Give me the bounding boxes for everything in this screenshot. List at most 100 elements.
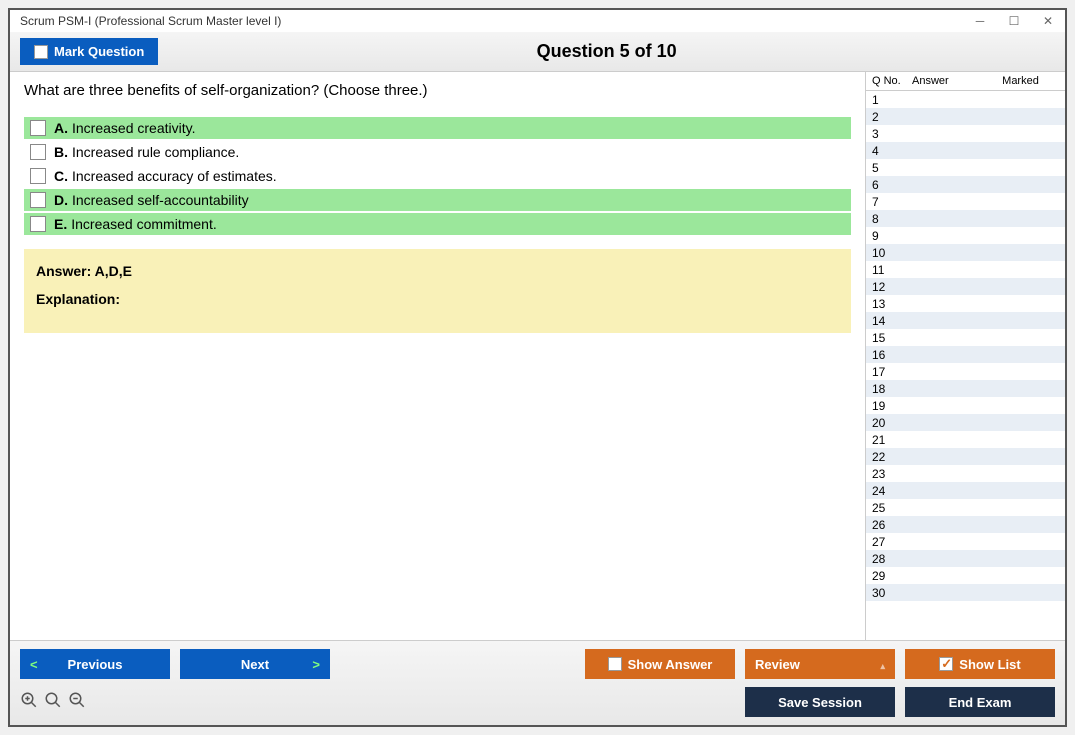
option-row[interactable]: C. Increased accuracy of estimates. (24, 165, 851, 187)
header-bar: Mark Question Question 5 of 10 (10, 32, 1065, 72)
zoom-reset-icon[interactable] (44, 691, 62, 714)
question-list-row[interactable]: 27 (866, 533, 1065, 550)
option-text: Increased self-accountability (72, 192, 249, 208)
question-list-row[interactable]: 20 (866, 414, 1065, 431)
zoom-controls (20, 691, 86, 714)
window-controls: ─ ☐ ✕ (973, 14, 1055, 28)
question-list-row[interactable]: 3 (866, 125, 1065, 142)
save-session-button[interactable]: Save Session (745, 687, 895, 717)
footer-row-1: < Previous Next > Show Answer Review Sho… (20, 649, 1055, 679)
question-list-row[interactable]: 18 (866, 380, 1065, 397)
question-list-row[interactable]: 21 (866, 431, 1065, 448)
question-list-row[interactable]: 1 (866, 91, 1065, 108)
minimize-icon[interactable]: ─ (973, 14, 987, 28)
row-qno: 20 (872, 416, 912, 430)
row-qno: 26 (872, 518, 912, 532)
review-button[interactable]: Review (745, 649, 895, 679)
question-list[interactable]: 1234567891011121314151617181920212223242… (866, 91, 1065, 640)
question-list-row[interactable]: 15 (866, 329, 1065, 346)
option-row[interactable]: A. Increased creativity. (24, 117, 851, 139)
question-list-row[interactable]: 22 (866, 448, 1065, 465)
row-qno: 24 (872, 484, 912, 498)
row-qno: 9 (872, 229, 912, 243)
question-list-row[interactable]: 19 (866, 397, 1065, 414)
question-list-row[interactable]: 10 (866, 244, 1065, 261)
question-list-row[interactable]: 11 (866, 261, 1065, 278)
question-list-row[interactable]: 2 (866, 108, 1065, 125)
show-answer-checkbox-icon (608, 657, 622, 671)
row-qno: 5 (872, 161, 912, 175)
chevron-left-icon: < (30, 657, 38, 672)
option-letter: C. (54, 168, 68, 184)
zoom-in-icon[interactable] (20, 691, 38, 714)
mark-question-label: Mark Question (54, 44, 144, 59)
show-list-label: Show List (959, 657, 1020, 672)
option-text: Increased accuracy of estimates. (72, 168, 277, 184)
question-list-row[interactable]: 6 (866, 176, 1065, 193)
row-qno: 11 (872, 263, 912, 277)
question-list-row[interactable]: 14 (866, 312, 1065, 329)
maximize-icon[interactable]: ☐ (1007, 14, 1021, 28)
option-letter: E. (54, 216, 67, 232)
option-checkbox[interactable] (30, 144, 46, 160)
row-qno: 25 (872, 501, 912, 515)
question-list-row[interactable]: 5 (866, 159, 1065, 176)
question-list-row[interactable]: 13 (866, 295, 1065, 312)
option-checkbox[interactable] (30, 120, 46, 136)
row-qno: 30 (872, 586, 912, 600)
next-label: Next (241, 657, 269, 672)
titlebar: Scrum PSM-I (Professional Scrum Master l… (10, 10, 1065, 32)
show-answer-button[interactable]: Show Answer (585, 649, 735, 679)
review-label: Review (755, 657, 800, 672)
option-letter: A. (54, 120, 68, 136)
question-list-row[interactable]: 16 (866, 346, 1065, 363)
options-list: A. Increased creativity.B. Increased rul… (24, 117, 851, 235)
option-checkbox[interactable] (30, 192, 46, 208)
zoom-out-icon[interactable] (68, 691, 86, 714)
close-icon[interactable]: ✕ (1041, 14, 1055, 28)
row-qno: 27 (872, 535, 912, 549)
save-session-label: Save Session (778, 695, 862, 710)
question-list-row[interactable]: 26 (866, 516, 1065, 533)
question-list-row[interactable]: 28 (866, 550, 1065, 567)
question-list-row[interactable]: 29 (866, 567, 1065, 584)
option-row[interactable]: D. Increased self-accountability (24, 189, 851, 211)
question-list-header: Q No. Answer Marked (866, 72, 1065, 91)
next-button[interactable]: Next > (180, 649, 330, 679)
question-list-row[interactable]: 23 (866, 465, 1065, 482)
end-exam-button[interactable]: End Exam (905, 687, 1055, 717)
mark-checkbox-icon (34, 45, 48, 59)
show-list-button[interactable]: Show List (905, 649, 1055, 679)
question-list-panel: Q No. Answer Marked 12345678910111213141… (865, 72, 1065, 640)
row-qno: 14 (872, 314, 912, 328)
chevron-right-icon: > (312, 657, 320, 672)
option-text: Increased rule compliance. (72, 144, 239, 160)
row-qno: 10 (872, 246, 912, 260)
option-row[interactable]: E. Increased commitment. (24, 213, 851, 235)
header-qno: Q No. (872, 75, 912, 87)
question-list-row[interactable]: 12 (866, 278, 1065, 295)
mark-question-button[interactable]: Mark Question (20, 38, 158, 65)
end-exam-label: End Exam (949, 695, 1012, 710)
option-checkbox[interactable] (30, 216, 46, 232)
previous-button[interactable]: < Previous (20, 649, 170, 679)
row-qno: 4 (872, 144, 912, 158)
question-list-row[interactable]: 24 (866, 482, 1065, 499)
question-list-row[interactable]: 17 (866, 363, 1065, 380)
question-list-row[interactable]: 4 (866, 142, 1065, 159)
dropdown-up-icon (880, 657, 885, 672)
app-window: Scrum PSM-I (Professional Scrum Master l… (8, 8, 1067, 727)
question-list-row[interactable]: 9 (866, 227, 1065, 244)
option-letter: D. (54, 192, 68, 208)
row-qno: 28 (872, 552, 912, 566)
question-list-row[interactable]: 30 (866, 584, 1065, 601)
question-list-row[interactable]: 25 (866, 499, 1065, 516)
main-area: What are three benefits of self-organiza… (10, 72, 1065, 640)
row-qno: 13 (872, 297, 912, 311)
answer-box: Answer: A,D,E Explanation: (24, 249, 851, 333)
question-list-row[interactable]: 8 (866, 210, 1065, 227)
option-checkbox[interactable] (30, 168, 46, 184)
row-qno: 21 (872, 433, 912, 447)
question-list-row[interactable]: 7 (866, 193, 1065, 210)
option-row[interactable]: B. Increased rule compliance. (24, 141, 851, 163)
